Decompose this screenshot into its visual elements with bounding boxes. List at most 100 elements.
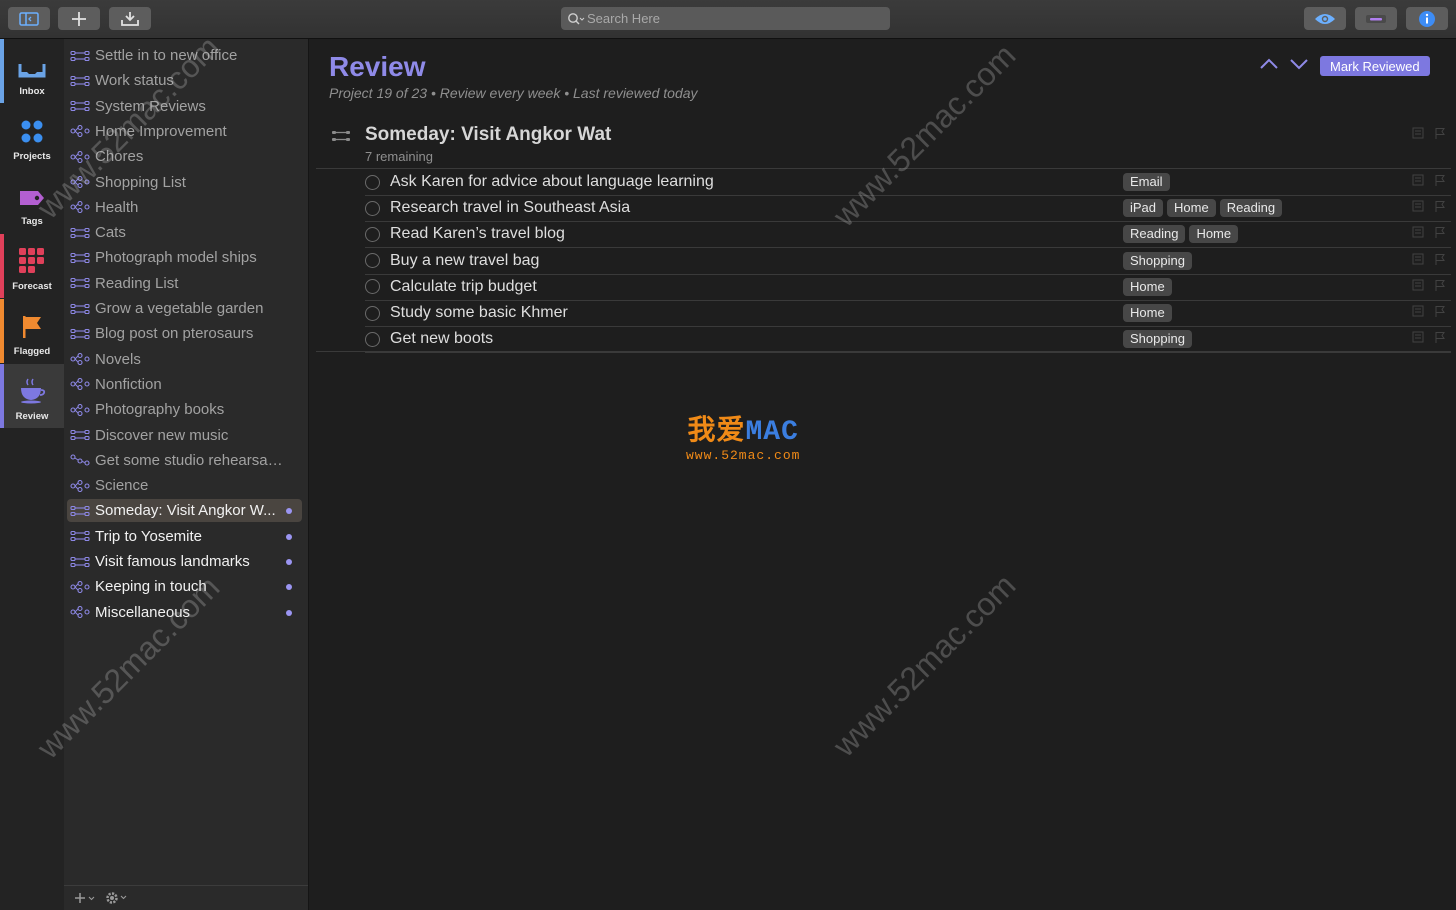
perspective-flagged[interactable]: Flagged (0, 299, 64, 363)
task-name[interactable]: Get new boots (390, 330, 493, 348)
sidebar-project-item[interactable]: Cats (67, 221, 302, 244)
sidebar-project-item[interactable]: Discover new music (67, 424, 302, 447)
search-input[interactable] (587, 11, 877, 26)
task-checkbox[interactable] (365, 226, 380, 242)
task-checkbox[interactable] (365, 305, 380, 321)
task-checkbox[interactable] (365, 331, 380, 347)
tag-chip[interactable]: Home (1123, 304, 1172, 322)
flag-outline-icon[interactable] (1434, 200, 1446, 213)
task-checkbox[interactable] (365, 279, 380, 295)
flag-outline-icon[interactable] (1434, 279, 1446, 291)
sidebar-project-item[interactable]: Reading List (67, 272, 302, 295)
perspective-bar: Inbox Projects Tags Forecast Flagged Rev… (0, 39, 64, 910)
next-project-chevron-down-icon[interactable] (1289, 57, 1309, 71)
task-name[interactable]: Research travel in Southeast Asia (390, 199, 630, 217)
tag-chip[interactable]: Home (1123, 277, 1172, 296)
note-icon[interactable] (1412, 305, 1424, 317)
view-options-button[interactable] (1304, 7, 1346, 30)
note-icon[interactable] (1412, 174, 1424, 186)
sidebar-project-item[interactable]: Nonfiction (67, 373, 302, 396)
gear-icon[interactable] (104, 890, 130, 906)
tag-chip[interactable]: Shopping (1123, 330, 1192, 349)
single-project-icon (70, 453, 90, 467)
task-tags: Email (1123, 173, 1170, 191)
perspective-review[interactable]: Review (0, 364, 64, 428)
task-row[interactable]: Buy a new travel bag Shopping (365, 248, 1451, 275)
task-row[interactable]: Study some basic Khmer Home (365, 300, 1451, 327)
task-row-icons (1412, 331, 1446, 344)
review-due-dot (286, 559, 292, 565)
task-row[interactable]: Read Karen’s travel blog Reading Home (365, 221, 1451, 249)
sidebar-project-item[interactable]: Science (67, 474, 302, 497)
sidebar-project-item[interactable]: Get some studio rehearsal ti... (67, 449, 302, 472)
previous-project-chevron-up-icon[interactable] (1259, 57, 1279, 71)
task-checkbox[interactable] (365, 174, 380, 190)
sidebar-project-item[interactable]: Trip to Yosemite (67, 525, 302, 548)
flag-outline-icon[interactable] (1434, 305, 1446, 317)
task-name[interactable]: Study some basic Khmer (390, 304, 568, 322)
tag-chip[interactable]: Reading (1123, 225, 1186, 244)
sequential-project-icon (70, 327, 90, 341)
task-tags: Home (1123, 277, 1172, 296)
task-checkbox[interactable] (365, 200, 380, 216)
flag-outline-icon[interactable] (1434, 174, 1446, 186)
sidebar-toggle-button[interactable] (8, 7, 50, 30)
sidebar-project-item[interactable]: Blog post on pterosaurs (67, 322, 302, 345)
task-row[interactable]: Research travel in Southeast Asia iPad Hom… (365, 195, 1451, 223)
tag-chip[interactable]: Shopping (1123, 251, 1192, 270)
sidebar-project-item[interactable]: Visit famous landmarks (67, 550, 302, 573)
tag-chip[interactable]: Home (1189, 225, 1239, 244)
review-due-dot (286, 533, 292, 540)
task-row[interactable]: Get new boots Shopping (365, 326, 1451, 354)
quick-entry-button[interactable] (109, 7, 151, 30)
logo-cn: 我爱 (687, 414, 746, 445)
perspective-forecast[interactable]: Forecast (0, 234, 64, 298)
note-icon[interactable] (1412, 279, 1424, 291)
flag-outline-icon[interactable] (1434, 127, 1446, 139)
sidebar-project-label: Get some studio rehearsal ti... (95, 451, 285, 469)
focus-button[interactable] (1355, 7, 1397, 30)
logo-en: MAC (745, 417, 799, 448)
add-item-button[interactable] (58, 7, 100, 30)
perspective-projects[interactable]: Projects (0, 104, 64, 168)
project-title[interactable]: Someday: Visit Angkor Wat (365, 124, 611, 146)
remaining-count: 7 remaining (365, 149, 433, 164)
add-menu-icon[interactable] (74, 891, 98, 905)
sidebar-project-label: Photograph model ships (95, 249, 257, 267)
inspector-button[interactable] (1406, 7, 1448, 30)
note-icon[interactable] (1412, 253, 1424, 265)
search-field[interactable] (561, 7, 890, 30)
note-icon[interactable] (1412, 226, 1424, 238)
sidebar-project-item[interactable]: Health (67, 196, 302, 219)
sidebar-project-item[interactable]: System Reviews (67, 95, 302, 118)
sidebar-project-item[interactable]: Photograph model ships (67, 246, 302, 269)
task-checkbox[interactable] (365, 253, 380, 269)
task-name[interactable]: Buy a new travel bag (390, 252, 539, 270)
note-icon[interactable] (1412, 127, 1424, 139)
tag-chip[interactable]: Reading (1219, 199, 1283, 218)
tag-chip[interactable]: iPad (1123, 199, 1164, 218)
flag-outline-icon[interactable] (1434, 226, 1446, 239)
mark-reviewed-button[interactable]: Mark Reviewed (1320, 56, 1430, 76)
task-name[interactable]: Ask Karen for advice about language lear… (390, 173, 714, 191)
sidebar-project-item[interactable]: Grow a vegetable garden (67, 297, 302, 320)
sidebar-project-item[interactable]: Photography books (67, 398, 302, 421)
perspective-inbox[interactable]: Inbox (0, 39, 64, 103)
task-row-icons (1412, 200, 1446, 213)
tag-chip[interactable]: Email (1123, 173, 1170, 191)
flag-outline-icon[interactable] (1434, 331, 1446, 344)
projects-icon (21, 120, 43, 143)
task-name[interactable]: Read Karen’s travel blog (390, 225, 565, 243)
sidebar-project-item[interactable]: Novels (67, 348, 302, 371)
task-row[interactable]: Calculate trip budget Home (365, 274, 1451, 301)
tag-chip[interactable]: Home (1167, 199, 1216, 218)
note-icon[interactable] (1412, 331, 1424, 343)
task-name[interactable]: Calculate trip budget (390, 278, 537, 296)
parallel-project-icon (70, 479, 90, 493)
sidebar-project-label: Visit famous landmarks (95, 553, 250, 570)
flag-outline-icon[interactable] (1434, 253, 1446, 265)
note-icon[interactable] (1412, 200, 1424, 212)
sidebar-project-label: Trip to Yosemite (95, 527, 202, 545)
focus-icon (1366, 14, 1386, 23)
sidebar-project-item[interactable]: Someday: Visit Angkor W... (67, 499, 302, 523)
